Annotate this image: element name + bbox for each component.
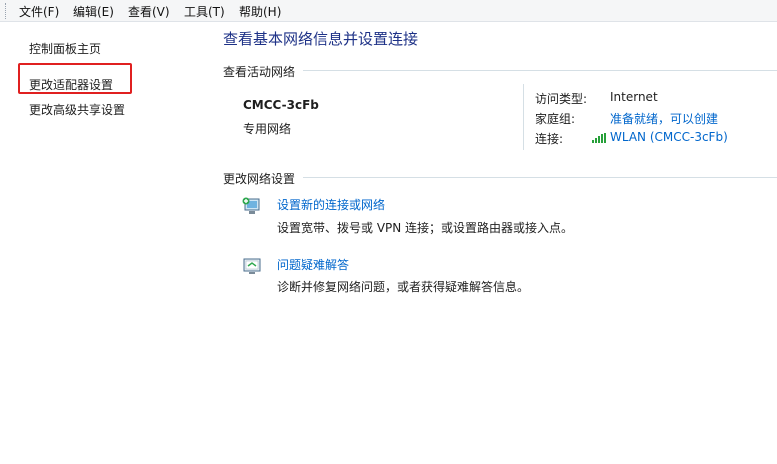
wifi-signal-icon xyxy=(592,133,608,143)
homegroup-link[interactable]: 准备就绪，可以创建 xyxy=(610,110,718,127)
homegroup-label: 家庭组: xyxy=(535,112,576,126)
access-type-value: Internet xyxy=(610,90,658,104)
change-settings-label: 更改网络设置 xyxy=(223,172,296,186)
menu-edit[interactable]: 编辑(E) xyxy=(73,3,114,20)
network-type: 专用网络 xyxy=(243,122,292,136)
access-type-label: 访问类型: xyxy=(535,92,588,106)
sidebar-item-advanced-sharing-settings[interactable]: 更改高级共享设置 xyxy=(29,101,125,118)
connection-link[interactable]: WLAN (CMCC-3cFb) xyxy=(610,130,728,144)
setup-new-connection-link[interactable]: 设置新的连接或网络 xyxy=(277,196,385,213)
menu-help[interactable]: 帮助(H) xyxy=(239,3,281,20)
new-connection-icon xyxy=(242,196,262,216)
menu-view[interactable]: 查看(V) xyxy=(128,3,170,20)
menu-grip xyxy=(5,3,8,19)
section-divider xyxy=(303,177,777,178)
troubleshoot-icon xyxy=(242,256,262,276)
menu-file[interactable]: 文件(F) xyxy=(19,3,59,20)
connection-label: 连接: xyxy=(535,132,564,146)
setup-new-connection-description: 设置宽带、拨号或 VPN 连接；或设置路由器或接入点。 xyxy=(277,221,574,235)
vertical-divider xyxy=(523,84,524,150)
sidebar-item-control-panel-home[interactable]: 控制面板主页 xyxy=(29,40,101,57)
section-divider xyxy=(303,70,777,71)
page-title: 查看基本网络信息并设置连接 xyxy=(223,30,419,48)
network-name: CMCC-3cFb xyxy=(243,98,319,112)
troubleshoot-description: 诊断并修复网络问题，或者获得疑难解答信息。 xyxy=(277,280,530,294)
menu-tools[interactable]: 工具(T) xyxy=(184,3,225,20)
menu-bar: 文件(F) 编辑(E) 查看(V) 工具(T) 帮助(H) xyxy=(0,0,777,22)
sidebar-item-change-adapter-settings[interactable]: 更改适配器设置 xyxy=(29,76,113,93)
active-networks-label: 查看活动网络 xyxy=(223,65,296,79)
troubleshoot-link[interactable]: 问题疑难解答 xyxy=(277,256,349,273)
